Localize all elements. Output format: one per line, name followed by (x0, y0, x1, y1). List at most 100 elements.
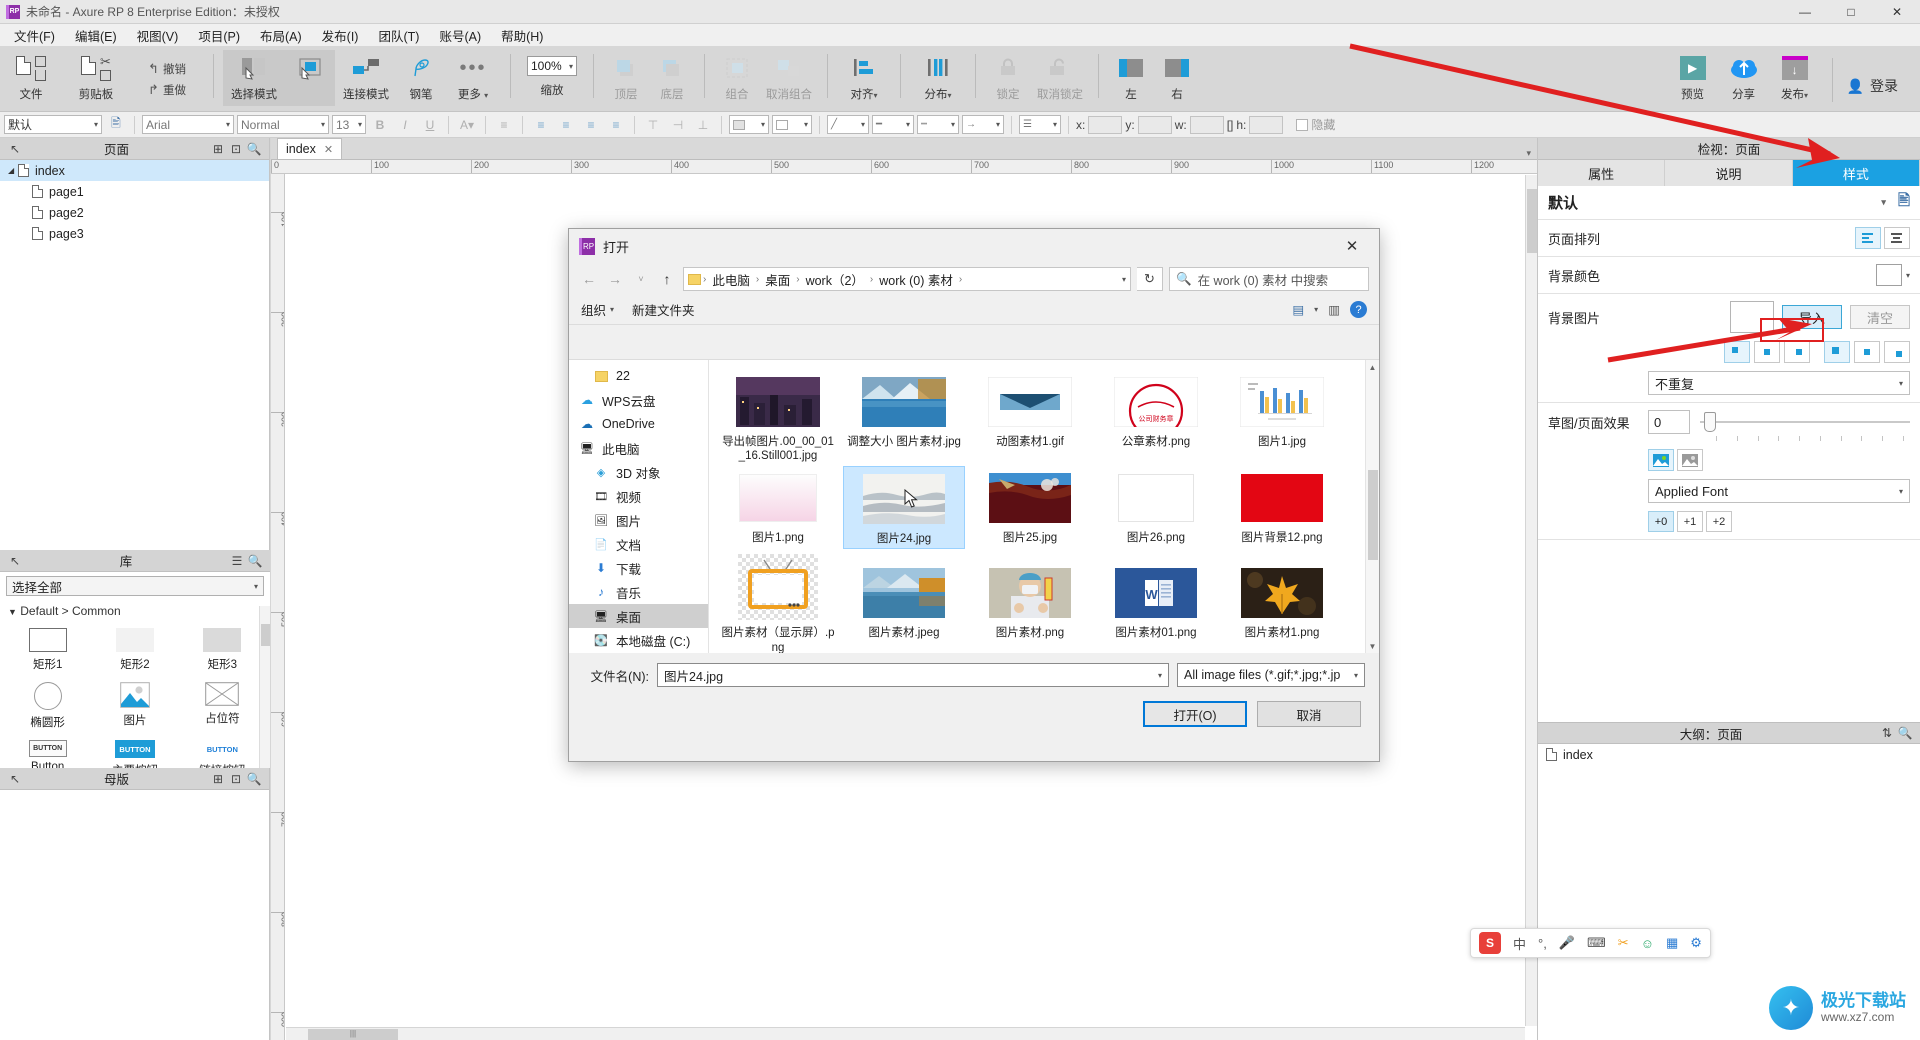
panel-right-button[interactable]: 右 (1154, 50, 1200, 106)
file-item[interactable]: 图片素材.jpeg (843, 549, 965, 653)
vscroll-thumb[interactable] (1526, 189, 1537, 253)
bg-pos-bottomright-button[interactable] (1884, 341, 1910, 363)
menu-item-account[interactable]: 账号(A) (429, 23, 491, 48)
file-group-button[interactable]: 文件 (0, 50, 62, 106)
font-weight-select[interactable]: Normal ▾ (237, 115, 329, 134)
ungroup-button[interactable]: 取消组合 (760, 50, 818, 106)
page-tree-item-page3[interactable]: page3 (0, 223, 269, 244)
ime-chinese-mode[interactable]: 中 (1513, 934, 1526, 953)
font-size-select[interactable]: 13 ▾ (332, 115, 366, 134)
library-widget-rect3[interactable]: 矩形3 (179, 622, 266, 676)
slider-knob[interactable] (1704, 412, 1716, 432)
menu-item-publish[interactable]: 发布(I) (312, 23, 369, 48)
file-grid-scrollbar[interactable]: ▲ ▼ (1365, 360, 1379, 653)
share-button[interactable]: 分享 (1721, 50, 1767, 106)
breadcrumb[interactable]: › 此电脑 › 桌面 › work（2） › work (0) 素材 › ▾ (683, 267, 1131, 291)
ime-settings-icon[interactable]: ⚙ (1690, 935, 1702, 951)
file-item[interactable]: 调整大小 图片素材.jpg (843, 370, 965, 466)
maximize-button[interactable]: □ (1828, 0, 1874, 24)
view-mode-icon[interactable]: ▤ (1292, 302, 1304, 317)
distribute-button[interactable]: 分布▾ (910, 50, 966, 106)
ime-toolbox-icon[interactable]: ✂ (1618, 935, 1629, 951)
bg-repeat-select[interactable]: 不重复 ▾ (1648, 371, 1910, 395)
style-select[interactable]: 默认 ▾ (4, 115, 102, 134)
h-input[interactable] (1249, 115, 1284, 134)
minimize-button[interactable]: — (1782, 0, 1828, 24)
page-tree-item-index[interactable]: ◢ index (0, 160, 269, 181)
menu-item-layout[interactable]: 布局(A) (250, 23, 312, 48)
sidebar-item-music[interactable]: ♪ 音乐 (569, 580, 708, 604)
publish-button[interactable]: ↓ 发布▾ (1772, 50, 1818, 106)
file-grid-container[interactable]: 导出帧图片.00_00_01_16.Still001.jpg 调整大小 图片素材… (709, 360, 1379, 653)
chevron-down-icon[interactable]: ▾ (1158, 671, 1162, 680)
send-to-back-button[interactable]: 底层 (649, 50, 695, 106)
edit-style-icon[interactable]: 🖹 (105, 115, 127, 135)
select-mode-button[interactable]: 选择模式 (223, 50, 285, 106)
sidebar-item-localdisk-c[interactable]: 💽 本地磁盘 (C:) (569, 628, 708, 652)
search-icon[interactable]: 🔍 (245, 770, 263, 788)
align-page-center-button[interactable] (1884, 227, 1910, 249)
file-scroll-thumb[interactable] (1368, 470, 1378, 560)
library-group-row[interactable]: ▼ Default > Common (0, 600, 270, 620)
library-widget-placeholder[interactable]: 占位符 (179, 676, 266, 734)
library-select[interactable]: 选择全部 ▾ (6, 576, 264, 596)
align-left-icon[interactable]: ≡ (493, 115, 515, 135)
login-button[interactable]: 👤 登录 (1847, 76, 1898, 96)
font-family-select[interactable]: Arial ▾ (142, 115, 234, 134)
library-scrollbar[interactable] (259, 606, 270, 768)
collapse-icon[interactable]: ↖ (6, 770, 24, 788)
breadcrumb-item-0[interactable]: 此电脑 (708, 269, 754, 290)
bg-color-swatch[interactable] (1875, 264, 1902, 286)
line-dash-select[interactable]: ┅ ▾ (917, 115, 959, 134)
sidebar-item-videos[interactable]: 🎞 视频 (569, 484, 708, 508)
search-icon[interactable]: 🔍 (1896, 724, 1914, 742)
new-folder-button[interactable]: 新建文件夹 (632, 300, 695, 319)
file-item[interactable]: 图片背景12.png (1221, 466, 1343, 549)
fill-color-select[interactable]: ▾ (729, 115, 769, 134)
font-step-0-button[interactable]: +0 (1648, 511, 1674, 532)
menu-item-view[interactable]: 视图(V) (127, 23, 189, 48)
font-step-1-button[interactable]: +1 (1677, 511, 1703, 532)
file-item[interactable]: 图片25.jpg (969, 466, 1091, 549)
sidebar-item-documents[interactable]: 📄 文档 (569, 532, 708, 556)
menu-item-help[interactable]: 帮助(H) (491, 23, 553, 48)
add-page-icon[interactable]: ⊞ (209, 140, 227, 158)
canvas-vertical-scrollbar[interactable] (1525, 175, 1537, 1026)
align-center-icon[interactable]: ≡ (555, 115, 577, 135)
sidebar-item-22[interactable]: 22 (569, 364, 708, 388)
valign-top-icon[interactable]: ⊤ (642, 115, 664, 135)
file-item[interactable]: 图片素材.png (969, 549, 1091, 653)
sidebar-item-wps[interactable]: ☁ WPS云盘 (569, 388, 708, 412)
breadcrumb-item-2[interactable]: work（2） (802, 269, 868, 290)
valign-middle-icon[interactable]: ⊣ (667, 115, 689, 135)
sidebar-item-onedrive[interactable]: ☁ OneDrive (569, 412, 708, 436)
ime-voice-icon[interactable]: 🎤 (1559, 935, 1575, 951)
group-button[interactable]: 组合 (714, 50, 760, 106)
canvas-horizontal-scrollbar[interactable]: ||| (286, 1027, 1525, 1040)
preview-pane-icon[interactable]: ▥ (1328, 302, 1340, 317)
lock-button[interactable]: 锁定 (985, 50, 1031, 106)
w-input[interactable] (1189, 115, 1224, 134)
up-button[interactable]: ↑ (657, 268, 677, 290)
chevron-down-icon[interactable]: ▾ (1881, 197, 1886, 208)
sidebar-item-thispc[interactable]: 🖥 此电脑 (569, 436, 708, 460)
collapse-icon[interactable]: ↖ (6, 140, 24, 158)
align-button[interactable]: 对齐▾ (837, 50, 891, 106)
file-item[interactable]: 图片1.png (717, 466, 839, 549)
search-input[interactable]: 🔍 在 work (0) 素材 中搜索 (1169, 267, 1369, 291)
close-button[interactable]: ✕ (1874, 0, 1920, 24)
panel-left-button[interactable]: 左 (1108, 50, 1154, 106)
ime-emoji-icon[interactable]: ☺ (1641, 936, 1654, 951)
close-icon[interactable]: ✕ (324, 143, 333, 156)
x-input[interactable] (1088, 115, 1123, 134)
breadcrumb-item-3[interactable]: work (0) 素材 (875, 269, 957, 290)
lock-ratio-icon[interactable]: [] (1227, 118, 1234, 132)
forward-button[interactable]: → (605, 268, 625, 290)
search-icon[interactable]: 🔍 (245, 140, 263, 158)
italic-button[interactable]: I (394, 115, 416, 135)
sidebar-item-desktop[interactable]: 🖥 桌面 (569, 604, 708, 628)
breadcrumb-item-1[interactable]: 桌面 (761, 269, 794, 290)
library-widget-rect1[interactable]: 矩形1 (4, 622, 91, 676)
ime-keyboard-icon[interactable]: ⌨ (1587, 935, 1606, 951)
zoom-combo[interactable]: 100% ▾ (527, 56, 577, 76)
